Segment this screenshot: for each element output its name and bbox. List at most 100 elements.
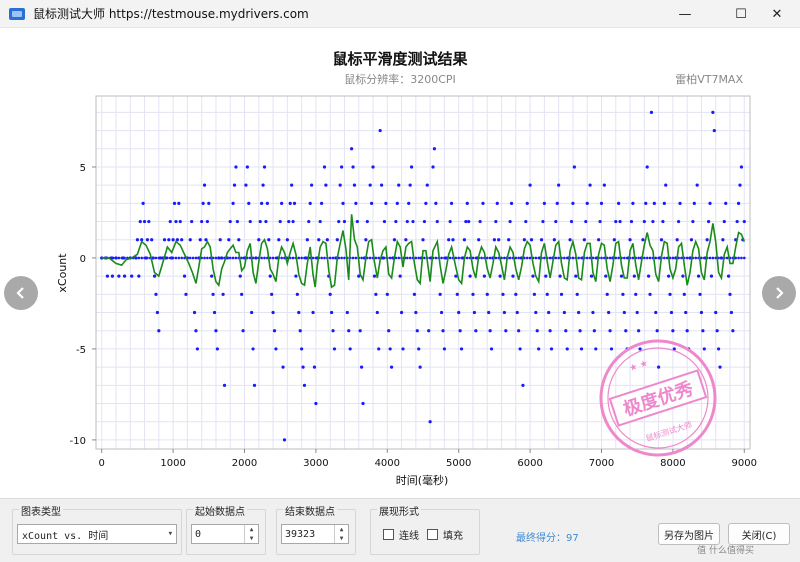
- data-point: [511, 274, 515, 278]
- data-point: [612, 238, 616, 242]
- data-point: [322, 165, 327, 169]
- data-point: [295, 292, 299, 296]
- data-point: [211, 292, 215, 296]
- line-checkbox[interactable]: 连线: [383, 527, 419, 542]
- data-point: [228, 219, 232, 224]
- data-point: [614, 219, 618, 224]
- data-point: [351, 165, 355, 169]
- data-point: [459, 347, 464, 351]
- data-point: [428, 256, 432, 260]
- data-point: [178, 219, 182, 224]
- fill-checkbox[interactable]: 填充: [427, 527, 463, 542]
- data-point: [668, 292, 672, 296]
- data-point: [548, 256, 552, 260]
- data-point: [354, 256, 358, 260]
- start-point-stepper[interactable]: 0 ▲ ▼: [191, 524, 259, 544]
- data-point: [691, 219, 695, 224]
- stepper-down-icon[interactable]: ▼: [245, 534, 258, 543]
- data-point: [338, 183, 342, 187]
- data-point: [235, 219, 239, 224]
- data-point: [543, 256, 546, 260]
- data-point: [123, 256, 126, 260]
- data-point: [449, 201, 454, 205]
- data-point: [515, 310, 519, 315]
- chevron-down-icon: ▾: [167, 529, 173, 539]
- data-point: [388, 347, 392, 351]
- data-point: [701, 329, 705, 333]
- data-point: [414, 310, 418, 315]
- data-point: [418, 365, 422, 369]
- x-tick-label: 4000: [375, 458, 400, 469]
- data-point: [398, 274, 402, 278]
- data-point: [431, 165, 435, 169]
- data-point: [162, 238, 167, 242]
- chart-type-select[interactable]: xCount vs. 时间 ▾: [17, 524, 177, 544]
- data-point: [541, 219, 545, 224]
- end-point-stepper[interactable]: 39323 ▲ ▼: [281, 524, 349, 544]
- data-point: [474, 256, 478, 260]
- data-point: [497, 238, 501, 242]
- data-point: [698, 292, 702, 296]
- data-point: [618, 219, 622, 224]
- data-point: [575, 292, 579, 296]
- data-point: [494, 219, 498, 224]
- stepper-down-icon[interactable]: ▼: [335, 534, 348, 543]
- x-tick-label: 6000: [517, 458, 542, 469]
- data-point: [227, 238, 231, 242]
- data-point: [328, 292, 332, 296]
- data-point: [694, 256, 698, 260]
- data-point: [508, 256, 512, 260]
- data-point: [542, 201, 546, 205]
- data-point: [174, 219, 178, 224]
- control-panel: 图表类型 xCount vs. 时间 ▾ 起始数据点 0 ▲ ▼ 结束数据点 39…: [0, 498, 800, 562]
- data-point: [547, 310, 551, 315]
- data-point: [117, 274, 121, 278]
- data-point: [291, 256, 295, 260]
- data-point: [524, 219, 528, 224]
- data-point: [314, 256, 318, 260]
- data-point: [215, 347, 219, 351]
- data-point: [652, 201, 656, 205]
- data-point: [598, 219, 602, 224]
- data-point: [244, 183, 248, 187]
- data-point: [180, 256, 183, 260]
- next-chart-button[interactable]: [762, 276, 796, 310]
- x-tick-label: 9000: [732, 458, 757, 469]
- data-point: [637, 329, 641, 333]
- data-point: [245, 165, 249, 169]
- data-point: [110, 274, 115, 278]
- data-point: [369, 201, 374, 205]
- data-point: [604, 274, 608, 278]
- data-point: [301, 365, 305, 369]
- data-point: [532, 292, 536, 296]
- end-point-label: 结束数据点: [283, 503, 337, 518]
- data-point: [488, 329, 492, 333]
- data-point: [194, 329, 198, 333]
- stepper-up-icon[interactable]: ▲: [335, 525, 348, 534]
- data-point: [643, 256, 646, 260]
- data-point: [310, 183, 314, 187]
- data-point: [671, 256, 675, 260]
- stepper-up-icon[interactable]: ▲: [245, 525, 258, 534]
- data-point: [624, 329, 628, 333]
- close-button[interactable]: 关闭(C): [728, 523, 790, 545]
- data-point: [354, 201, 358, 205]
- data-point: [405, 219, 409, 224]
- data-point: [528, 183, 532, 187]
- data-point: [278, 219, 282, 224]
- data-point: [425, 183, 429, 187]
- data-point: [130, 274, 134, 278]
- data-point: [617, 256, 620, 260]
- data-point: [521, 383, 525, 387]
- prev-chart-button[interactable]: [4, 276, 38, 310]
- data-point: [592, 329, 596, 333]
- data-point: [716, 347, 721, 351]
- data-point: [522, 238, 526, 242]
- data-point: [277, 238, 281, 242]
- data-point: [355, 219, 359, 224]
- data-point: [251, 347, 255, 351]
- save-image-button[interactable]: 另存为图片: [658, 523, 720, 545]
- data-point: [341, 201, 345, 205]
- data-point: [237, 238, 241, 242]
- data-point: [734, 256, 738, 260]
